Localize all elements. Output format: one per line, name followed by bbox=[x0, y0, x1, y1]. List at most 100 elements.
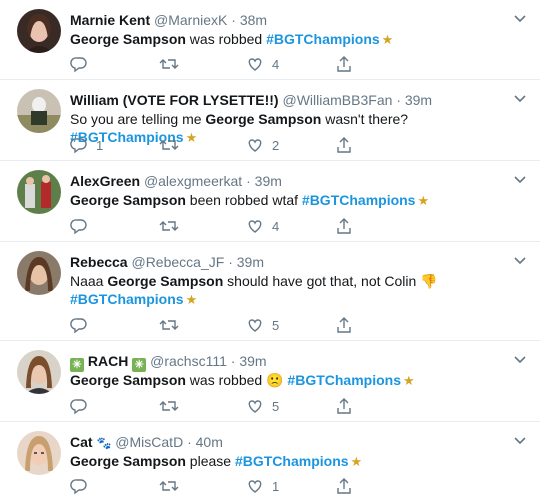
avatar[interactable] bbox=[17, 431, 61, 475]
thumbs-down-emoji: 👎 bbox=[420, 273, 438, 289]
handle[interactable]: @alexgmeerkat bbox=[144, 173, 242, 189]
reply-button[interactable]: 1 bbox=[70, 135, 103, 155]
avatar[interactable] bbox=[17, 9, 61, 53]
share-button[interactable] bbox=[335, 396, 353, 416]
mention-bold: George Sampson bbox=[70, 192, 186, 208]
like-icon bbox=[248, 139, 262, 152]
retweet-button[interactable] bbox=[159, 476, 187, 496]
like-button[interactable]: 1 bbox=[246, 476, 279, 496]
tweet[interactable]: Marnie Kent @MarniexK · 38m George Samps… bbox=[0, 0, 540, 80]
display-name[interactable]: Marnie Kent bbox=[70, 12, 150, 28]
separator: · bbox=[230, 353, 236, 369]
tweet-actions: 4 bbox=[70, 54, 370, 74]
hashtag-link[interactable]: #BGTChampions bbox=[287, 372, 401, 388]
reply-count: 1 bbox=[96, 137, 104, 153]
handle[interactable]: @WilliamBB3Fan bbox=[282, 92, 392, 108]
display-name[interactable]: William (VOTE FOR LYSETTE!!) bbox=[70, 92, 279, 108]
timestamp[interactable]: 40m bbox=[196, 434, 223, 450]
retweet-button[interactable] bbox=[159, 54, 187, 74]
share-button[interactable] bbox=[335, 216, 353, 236]
tweet[interactable]: AlexGreen @alexgmeerkat · 39m George Sam… bbox=[0, 161, 540, 242]
reply-button[interactable] bbox=[70, 54, 96, 74]
display-name[interactable]: Cat bbox=[70, 434, 93, 450]
tweet-header: Marnie Kent @MarniexK · 38m bbox=[70, 11, 500, 29]
like-button[interactable]: 4 bbox=[246, 54, 279, 74]
reply-button[interactable] bbox=[70, 216, 96, 236]
caret-down-icon[interactable] bbox=[512, 171, 528, 187]
tweet[interactable]: ✳ RACH ✳ @rachsc111 · 39m George Sampson… bbox=[0, 341, 540, 422]
like-icon bbox=[248, 400, 262, 413]
handle[interactable]: @MisCatD bbox=[115, 434, 183, 450]
tweet[interactable]: Cat 🐾 @MisCatD · 40m George Sampson plea… bbox=[0, 422, 540, 502]
text-segment: wasn't there? bbox=[321, 111, 409, 127]
hashtag-link[interactable]: #BGTChampions bbox=[302, 192, 416, 208]
share-button[interactable] bbox=[335, 54, 353, 74]
hashtag-link[interactable]: #BGTChampions bbox=[235, 453, 349, 469]
reply-icon bbox=[70, 479, 87, 495]
share-button[interactable] bbox=[335, 315, 353, 335]
caret-down-icon[interactable] bbox=[512, 10, 528, 26]
like-button[interactable]: 2 bbox=[246, 135, 279, 155]
like-button[interactable]: 5 bbox=[246, 396, 279, 416]
timestamp[interactable]: 39m bbox=[405, 92, 432, 108]
caret-down-icon[interactable] bbox=[512, 351, 528, 367]
caret-down-icon[interactable] bbox=[512, 432, 528, 448]
reply-button[interactable] bbox=[70, 396, 96, 416]
caret-down-icon[interactable] bbox=[512, 252, 528, 268]
retweet-button[interactable] bbox=[159, 216, 187, 236]
like-icon bbox=[248, 58, 262, 71]
tweet-header: Rebecca @Rebecca_JF · 39m bbox=[70, 253, 500, 271]
share-button[interactable] bbox=[335, 476, 353, 496]
like-count: 5 bbox=[272, 317, 280, 333]
star-emoji: ★ bbox=[417, 193, 430, 208]
avatar[interactable] bbox=[17, 170, 61, 214]
tweet-text: George Sampson been robbed wtaf #BGTCham… bbox=[70, 191, 510, 210]
retweet-button[interactable] bbox=[159, 396, 187, 416]
tweet[interactable]: William (VOTE FOR LYSETTE!!) @WilliamBB3… bbox=[0, 80, 540, 161]
caret-down-icon[interactable] bbox=[512, 90, 528, 106]
reply-icon bbox=[70, 57, 87, 73]
reply-icon bbox=[70, 399, 87, 415]
avatar[interactable] bbox=[17, 350, 61, 394]
handle[interactable]: @MarniexK bbox=[154, 12, 227, 28]
text-segment: been robbed wtaf bbox=[185, 192, 302, 208]
display-name[interactable]: AlexGreen bbox=[70, 173, 140, 189]
tweet-header: Cat 🐾 @MisCatD · 40m bbox=[70, 433, 500, 451]
reply-button[interactable] bbox=[70, 315, 96, 335]
separator: · bbox=[246, 173, 251, 189]
timestamp[interactable]: 39m bbox=[255, 173, 282, 189]
display-name[interactable]: Rebecca bbox=[70, 254, 128, 270]
share-button[interactable] bbox=[335, 135, 353, 155]
like-button[interactable]: 5 bbox=[246, 315, 279, 335]
like-count: 1 bbox=[272, 478, 280, 494]
paw-emoji: 🐾 bbox=[96, 436, 112, 450]
star-emoji: ★ bbox=[381, 32, 394, 47]
timestamp[interactable]: 39m bbox=[237, 254, 264, 270]
text-segment: Naaa bbox=[70, 273, 108, 289]
handle[interactable]: @rachsc111 bbox=[150, 353, 227, 369]
tweet-header: William (VOTE FOR LYSETTE!!) @WilliamBB3… bbox=[70, 91, 500, 109]
display-name[interactable]: RACH bbox=[88, 353, 128, 369]
reply-button[interactable] bbox=[70, 476, 96, 496]
tweet[interactable]: Rebecca @Rebecca_JF · 39m Naaa George Sa… bbox=[0, 242, 540, 341]
mention-bold: George Sampson bbox=[70, 453, 186, 469]
hashtag-link[interactable]: #BGTChampions bbox=[266, 31, 380, 47]
timestamp[interactable]: 38m bbox=[240, 12, 267, 28]
retweet-button[interactable] bbox=[159, 315, 187, 335]
retweet-icon bbox=[159, 481, 179, 491]
timestamp[interactable]: 39m bbox=[239, 353, 266, 369]
text-segment: was robbed bbox=[185, 372, 267, 388]
retweet-button[interactable] bbox=[159, 135, 187, 155]
like-button[interactable]: 4 bbox=[246, 216, 279, 236]
sparkle-emoji: ✳ bbox=[132, 358, 147, 372]
retweet-icon bbox=[159, 320, 179, 330]
handle[interactable]: @Rebecca_JF bbox=[131, 254, 224, 270]
hashtag-link[interactable]: #BGTChampions bbox=[70, 291, 184, 307]
avatar[interactable] bbox=[17, 89, 61, 133]
tweet-header: ✳ RACH ✳ @rachsc111 · 39m bbox=[70, 352, 500, 372]
share-icon bbox=[337, 218, 351, 234]
retweet-icon bbox=[159, 221, 179, 231]
share-icon bbox=[337, 398, 351, 414]
tweet-text: Naaa George Sampson should have got that… bbox=[70, 272, 510, 309]
avatar[interactable] bbox=[17, 251, 61, 295]
